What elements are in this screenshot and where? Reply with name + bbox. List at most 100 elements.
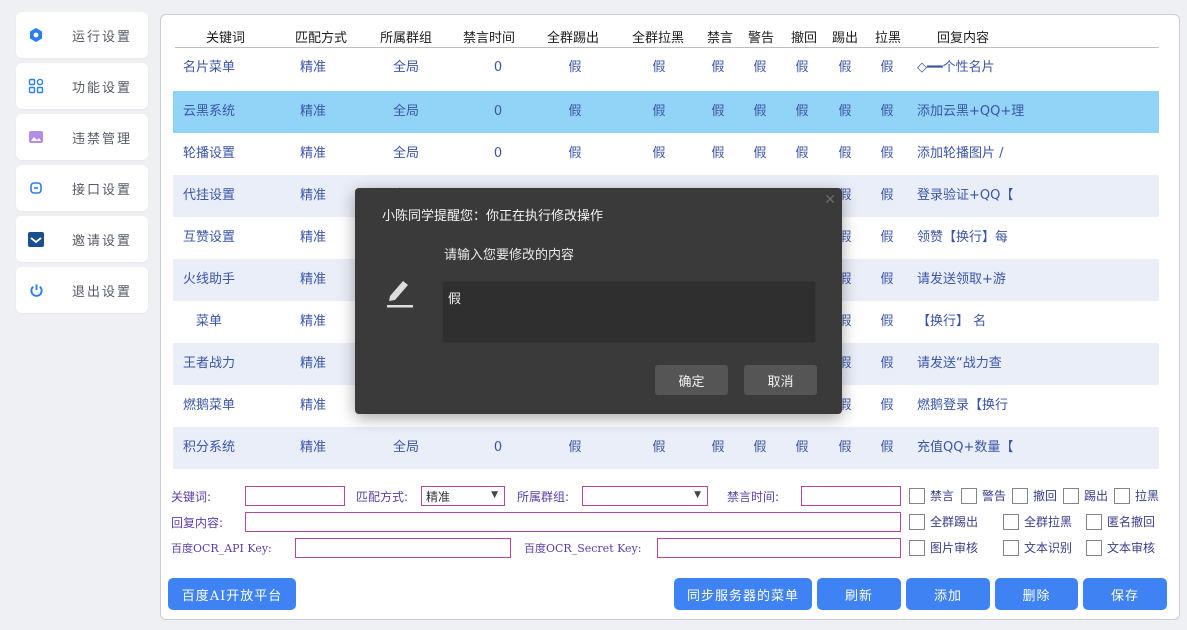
checkbox-box[interactable]	[1086, 539, 1102, 556]
baidu-api-key-input[interactable]	[295, 538, 511, 558]
group-label: 所属群组:	[517, 490, 570, 504]
checkbox-box[interactable]	[909, 487, 925, 504]
cell-match: 精准	[299, 60, 326, 75]
block-checkbox[interactable]: 拉黑	[1114, 487, 1159, 504]
cell-warn: 假	[753, 146, 767, 161]
block-all-checkbox[interactable]: 全群拉黑	[1003, 513, 1072, 530]
column-header-block-all[interactable]: 全群拉黑	[632, 27, 684, 46]
cell-recall: 假	[795, 440, 809, 455]
checkbox-box[interactable]	[909, 513, 925, 530]
cell-mute-time: 0	[493, 60, 503, 75]
anon-recall-checkbox[interactable]: 匿名撤回	[1086, 513, 1155, 530]
table-row[interactable]: 名片菜单 精准 全局 0 假 假 假 假 假 假 假 ◇━━个性名片	[173, 47, 1159, 89]
dialog-input[interactable]: 假	[442, 281, 816, 343]
mute-checkbox[interactable]: 禁言	[909, 487, 954, 504]
kick-checkbox[interactable]: 踢出	[1063, 487, 1108, 504]
column-header-block[interactable]: 拉黑	[875, 27, 901, 46]
column-header-group[interactable]: 所属群组	[380, 27, 432, 46]
sidebar-item-invite-settings[interactable]: 邀请设置	[16, 216, 148, 262]
cell-group: 全局	[392, 104, 419, 119]
column-header-match[interactable]: 匹配方式	[295, 27, 347, 46]
cell-keyword: 代挂设置	[182, 188, 235, 203]
match-label: 匹配方式:	[356, 490, 409, 504]
cell-block: 假	[880, 146, 894, 161]
warn-checkbox[interactable]: 警告	[961, 487, 1006, 504]
image-review-checkbox[interactable]: 图片审核	[909, 539, 978, 556]
sidebar-item-exit-settings[interactable]: 退出设置	[16, 267, 148, 313]
hexagon-settings-icon	[16, 27, 56, 43]
recall-checkbox[interactable]: 撤回	[1012, 487, 1057, 504]
text-review-checkbox[interactable]: 文本审核	[1086, 539, 1155, 556]
dropdown-arrow-icon: ▼	[694, 490, 701, 500]
block-checkbox-label: 拉黑	[1135, 489, 1160, 503]
cell-mute-time: 0	[493, 440, 503, 455]
refresh-button[interactable]: 刷新	[817, 578, 901, 610]
table-row[interactable]: 积分系统 精准 全局 0 假 假 假 假 假 假 假 充值QQ+数量【	[173, 427, 1159, 469]
cell-kick: 假	[838, 104, 852, 119]
column-header-mute[interactable]: 禁言	[707, 27, 733, 46]
cell-warn: 假	[753, 60, 767, 75]
block-all-checkbox-label: 全群拉黑	[1024, 515, 1073, 529]
column-header-warn[interactable]: 警告	[748, 27, 774, 46]
checkbox-box[interactable]	[1003, 513, 1019, 530]
column-header-mute-time[interactable]: 禁言时间	[463, 27, 515, 46]
mute-time-input[interactable]	[801, 486, 901, 506]
delete-button[interactable]: 删除	[995, 578, 1078, 610]
baidu-ai-platform-button[interactable]: 百度AI开放平台	[168, 578, 296, 610]
table-row[interactable]: 轮播设置 精准 全局 0 假 假 假 假 假 假 假 添加轮播图片 /	[173, 133, 1159, 175]
keyword-input[interactable]	[245, 486, 345, 506]
baidu-secret-key-input[interactable]	[657, 538, 901, 558]
cell-keyword: 轮播设置	[182, 146, 235, 161]
checkbox-box[interactable]	[1012, 487, 1028, 504]
cell-keyword: 燃鹅菜单	[182, 398, 235, 413]
checkbox-box[interactable]	[1086, 513, 1102, 530]
checkbox-box[interactable]	[961, 487, 977, 504]
cancel-button[interactable]: 取消	[744, 365, 817, 395]
match-select[interactable]: 精准 ▼	[421, 486, 505, 506]
cell-recall: 假	[795, 146, 809, 161]
group-select[interactable]: ▼	[582, 486, 708, 506]
cell-match: 精准	[299, 188, 326, 203]
sidebar-item-api-settings[interactable]: 接口设置	[16, 165, 148, 211]
column-header-kick-all[interactable]: 全群踢出	[547, 27, 599, 46]
cell-block: 假	[880, 60, 894, 75]
sync-menu-button[interactable]: 同步服务器的菜单	[674, 578, 812, 610]
sidebar-item-label: 违禁管理	[72, 131, 133, 147]
column-header-reply[interactable]: 回复内容	[937, 27, 989, 46]
confirm-button[interactable]: 确定	[655, 365, 728, 395]
save-button[interactable]: 保存	[1083, 578, 1167, 610]
sidebar-item-violation-management[interactable]: 违禁管理	[16, 114, 148, 160]
sidebar-item-function-settings[interactable]: 功能设置	[16, 63, 148, 109]
image-warning-icon	[16, 131, 56, 143]
sidebar-item-run-settings[interactable]: 运行设置	[16, 12, 148, 58]
checkbox-box[interactable]	[909, 539, 925, 556]
cell-reply: 请发送“战力查	[917, 356, 1002, 371]
close-icon[interactable]: ✕	[824, 192, 836, 208]
mute-time-label: 禁言时间:	[727, 490, 780, 504]
cell-group: 全局	[392, 60, 419, 75]
cell-group: 全局	[392, 440, 419, 455]
cell-reply: 登录验证+QQ【	[917, 188, 1014, 203]
cell-reply: ◇━━个性名片	[917, 60, 995, 75]
cell-keyword: 积分系统	[182, 440, 235, 455]
reply-input[interactable]	[245, 512, 901, 532]
checkbox-box[interactable]	[1114, 487, 1130, 504]
table-row[interactable]: 云黑系统 精准 全局 0 假 假 假 假 假 假 假 添加云黑+QQ+理	[173, 91, 1159, 133]
column-header-keyword[interactable]: 关键词	[206, 27, 245, 46]
add-button[interactable]: 添加	[906, 578, 990, 610]
checkbox-box[interactable]	[1063, 487, 1079, 504]
cell-kick-all: 假	[568, 146, 582, 161]
cell-reply: 充值QQ+数量【	[917, 440, 1014, 455]
dropdown-arrow-icon: ▼	[491, 490, 498, 500]
kick-checkbox-label: 踢出	[1084, 489, 1109, 503]
column-header-kick[interactable]: 踢出	[832, 27, 858, 46]
kick-all-checkbox[interactable]: 全群踢出	[909, 513, 978, 530]
text-recognition-checkbox-label: 文本识别	[1024, 541, 1073, 555]
checkbox-box[interactable]	[1003, 539, 1019, 556]
cell-recall: 假	[795, 60, 809, 75]
sidebar-item-label: 退出设置	[72, 284, 133, 300]
column-header-recall[interactable]: 撤回	[791, 27, 817, 46]
dialog-title: 小陈同学提醒您：你正在执行修改操作	[382, 209, 604, 224]
text-recognition-checkbox[interactable]: 文本识别	[1003, 539, 1072, 556]
cell-keyword: 名片菜单	[182, 60, 235, 75]
